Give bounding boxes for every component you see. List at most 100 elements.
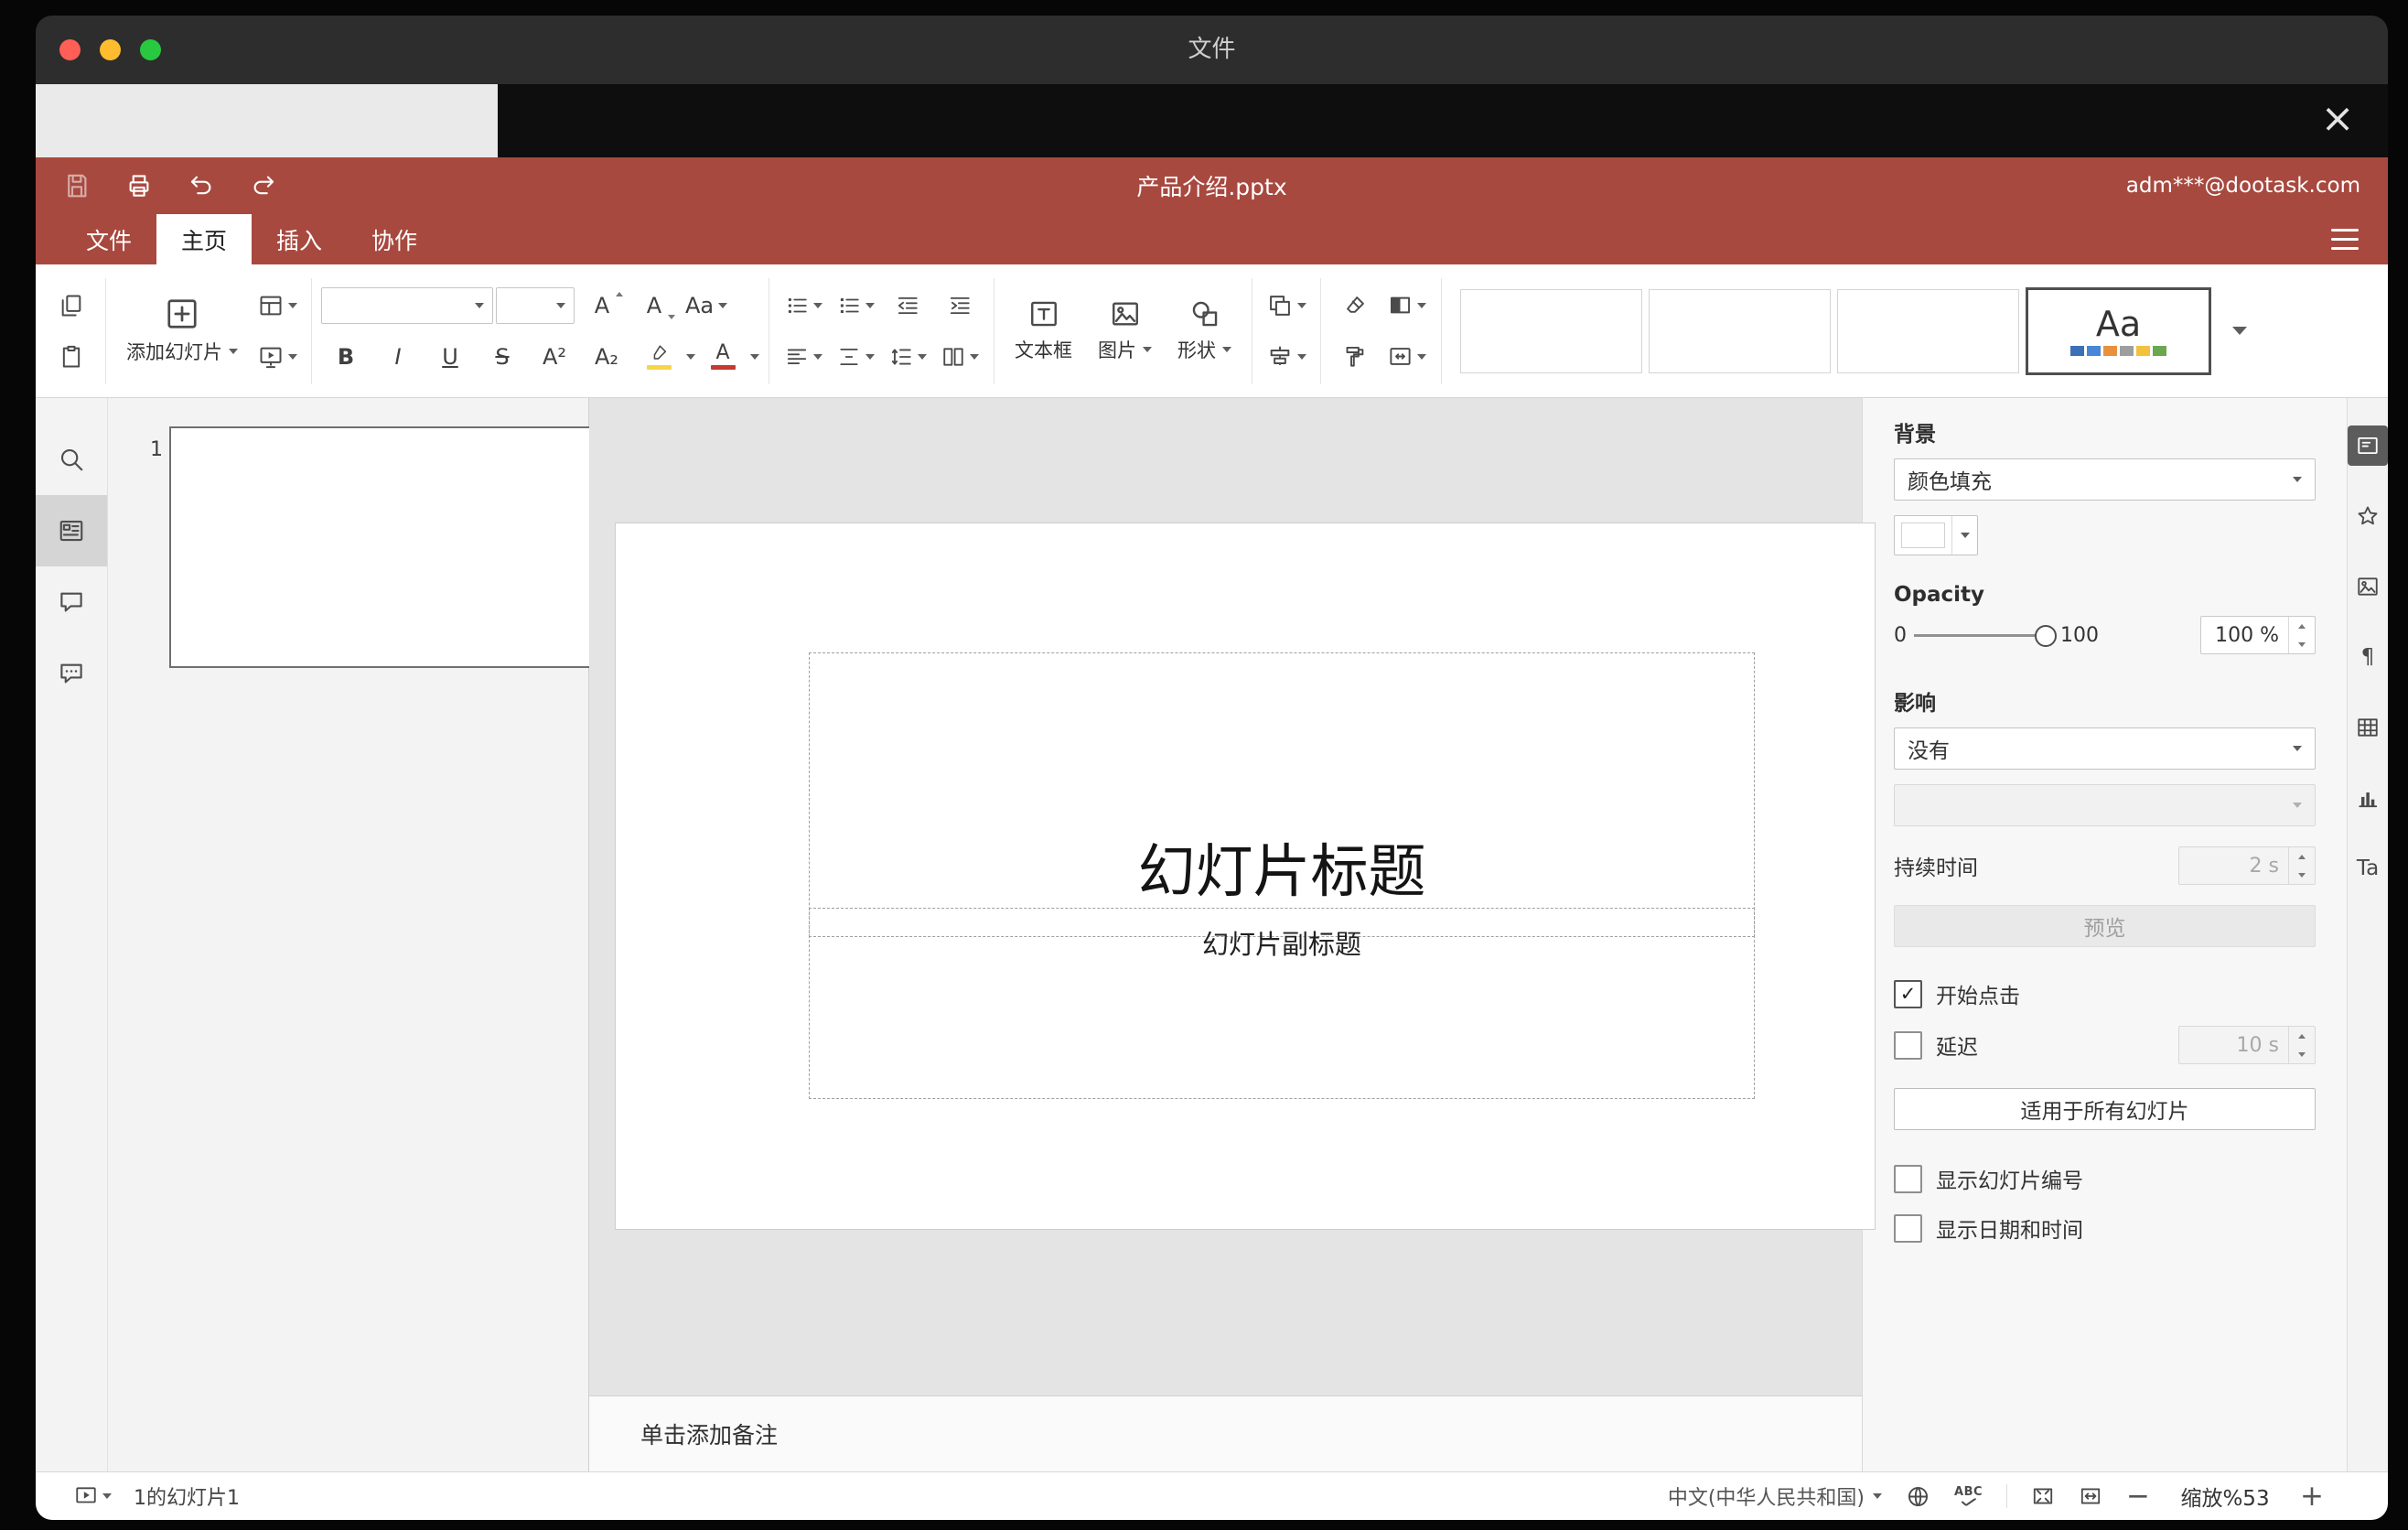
increase-indent-button[interactable]: [935, 285, 984, 327]
copy-icon[interactable]: [47, 285, 96, 327]
subtitle-placeholder[interactable]: 幻灯片副标题: [809, 908, 1755, 1099]
zoom-out-button[interactable]: −: [2126, 1482, 2150, 1511]
slide-canvas[interactable]: 幻灯片标题 幻灯片副标题: [589, 398, 1876, 1395]
opacity-slider-knob[interactable]: [2035, 625, 2057, 647]
menu-icon[interactable]: [2331, 229, 2359, 250]
print-icon[interactable]: [125, 172, 153, 199]
add-slide-label: 添加幻灯片: [126, 341, 222, 363]
close-icon[interactable]: ×: [2313, 92, 2362, 146]
insert-shape-button[interactable]: 形状: [1166, 284, 1242, 379]
theme-gallery-expand-button[interactable]: [2218, 290, 2262, 372]
color-dropdown[interactable]: [1951, 516, 1977, 555]
color-scheme-button[interactable]: [1382, 285, 1432, 327]
slide-thumbnail[interactable]: [169, 426, 593, 668]
bullet-list-button[interactable]: [779, 285, 828, 327]
start-slideshow-button[interactable]: [253, 336, 302, 378]
redo-icon[interactable]: [250, 172, 277, 199]
subscript-button[interactable]: A₂: [582, 336, 631, 378]
paragraph-settings-icon[interactable]: ¶: [2348, 637, 2388, 677]
paste-icon[interactable]: [47, 336, 96, 378]
change-case-button[interactable]: Aa: [682, 285, 731, 327]
text-art-settings-icon[interactable]: Ta: [2348, 848, 2388, 889]
chevron-down-icon: [287, 353, 297, 360]
save-icon[interactable]: [63, 172, 91, 199]
spin-down-icon[interactable]: [2289, 635, 2315, 653]
theme-option-1[interactable]: [1460, 288, 1642, 373]
apply-to-all-slides-button[interactable]: 适用于所有幻灯片: [1894, 1088, 2316, 1130]
background-page-fragment: [36, 84, 498, 157]
add-slide-button[interactable]: 添加幻灯片: [115, 284, 249, 379]
start-on-click-checkbox[interactable]: ✓: [1894, 979, 1922, 1008]
increase-font-size-button[interactable]: A: [577, 285, 627, 327]
tab-collaboration[interactable]: 协作: [347, 214, 442, 264]
highlight-color-button[interactable]: [634, 336, 683, 378]
fill-color-picker[interactable]: [1894, 515, 1978, 555]
language-selector[interactable]: 中文(中华人民共和国): [1668, 1482, 1883, 1511]
line-spacing-button[interactable]: [883, 336, 932, 378]
change-layout-button[interactable]: [253, 285, 302, 327]
show-slide-number-checkbox[interactable]: [1894, 1164, 1922, 1193]
chat-icon[interactable]: [36, 638, 107, 709]
theme-option-3[interactable]: [1837, 288, 2019, 373]
decrease-font-size-button[interactable]: A: [629, 285, 679, 327]
slides-panel-icon[interactable]: [36, 495, 107, 566]
chart-settings-icon[interactable]: [2348, 778, 2388, 818]
chevron-down-icon[interactable]: [686, 353, 695, 360]
chevron-down-icon: [1417, 302, 1426, 308]
insert-textbox-button[interactable]: 文本框: [1004, 284, 1083, 379]
opacity-slider[interactable]: [1914, 625, 2057, 647]
slide-size-button[interactable]: [1382, 336, 1432, 378]
horizontal-align-button[interactable]: [779, 336, 828, 378]
shape-settings-icon[interactable]: [2348, 496, 2388, 536]
fit-to-width-icon[interactable]: [2079, 1484, 2102, 1508]
font-color-button[interactable]: A: [698, 336, 747, 378]
spin-up-icon[interactable]: [2289, 617, 2315, 635]
effect-select[interactable]: 没有: [1894, 727, 2316, 770]
tab-home[interactable]: 主页: [156, 214, 253, 264]
strikeout-button[interactable]: S: [478, 336, 527, 378]
italic-button[interactable]: I: [373, 336, 423, 378]
theme-option-2[interactable]: [1649, 288, 1831, 373]
clear-style-button[interactable]: [1330, 285, 1380, 327]
show-date-time-checkbox[interactable]: [1894, 1213, 1922, 1243]
zoom-in-button[interactable]: +: [2300, 1482, 2324, 1511]
minimize-window-button[interactable]: [100, 39, 121, 60]
slide-page[interactable]: 幻灯片标题 幻灯片副标题: [615, 523, 1876, 1230]
copy-style-button[interactable]: [1330, 336, 1380, 378]
background-fill-select[interactable]: 颜色填充: [1894, 458, 2316, 501]
image-settings-icon[interactable]: [2348, 566, 2388, 607]
start-slideshow-statusbar-button[interactable]: [70, 1480, 115, 1513]
columns-button[interactable]: [935, 336, 984, 378]
arrange-shape-button[interactable]: [1262, 285, 1311, 327]
align-shape-button[interactable]: [1262, 336, 1311, 378]
comments-icon[interactable]: [36, 566, 107, 638]
document-language-icon[interactable]: [1906, 1484, 1930, 1509]
notes-area[interactable]: 单击添加备注: [589, 1395, 1862, 1471]
close-window-button[interactable]: [59, 39, 81, 60]
vertical-align-button[interactable]: [831, 336, 880, 378]
spellcheck-icon[interactable]: ABC: [1954, 1486, 1983, 1506]
maximize-window-button[interactable]: [140, 39, 161, 60]
numbered-list-button[interactable]: [831, 285, 880, 327]
fit-to-slide-icon[interactable]: [2031, 1484, 2055, 1508]
font-name-combo[interactable]: [321, 286, 493, 324]
theme-swatches: [2070, 345, 2166, 356]
search-icon[interactable]: [36, 424, 107, 495]
slide-settings-icon[interactable]: [2348, 426, 2388, 466]
letter-glyph: A: [594, 292, 610, 318]
insert-image-button[interactable]: 图片: [1087, 284, 1163, 379]
bold-button[interactable]: B: [321, 336, 371, 378]
chevron-down-icon[interactable]: [750, 353, 759, 360]
tab-file[interactable]: 文件: [61, 214, 156, 264]
undo-icon[interactable]: [188, 172, 215, 199]
decrease-indent-button[interactable]: [883, 285, 932, 327]
superscript-button[interactable]: A²: [530, 336, 579, 378]
font-size-combo[interactable]: [496, 286, 575, 324]
underline-button[interactable]: U: [425, 336, 475, 378]
tab-insert[interactable]: 插入: [252, 214, 347, 264]
opacity-input[interactable]: 100 %: [2200, 616, 2316, 654]
delay-checkbox[interactable]: [1894, 1030, 1922, 1060]
title-placeholder[interactable]: 幻灯片标题: [809, 652, 1755, 937]
theme-option-selected[interactable]: Aa: [2026, 286, 2211, 375]
table-settings-icon[interactable]: [2348, 707, 2388, 748]
